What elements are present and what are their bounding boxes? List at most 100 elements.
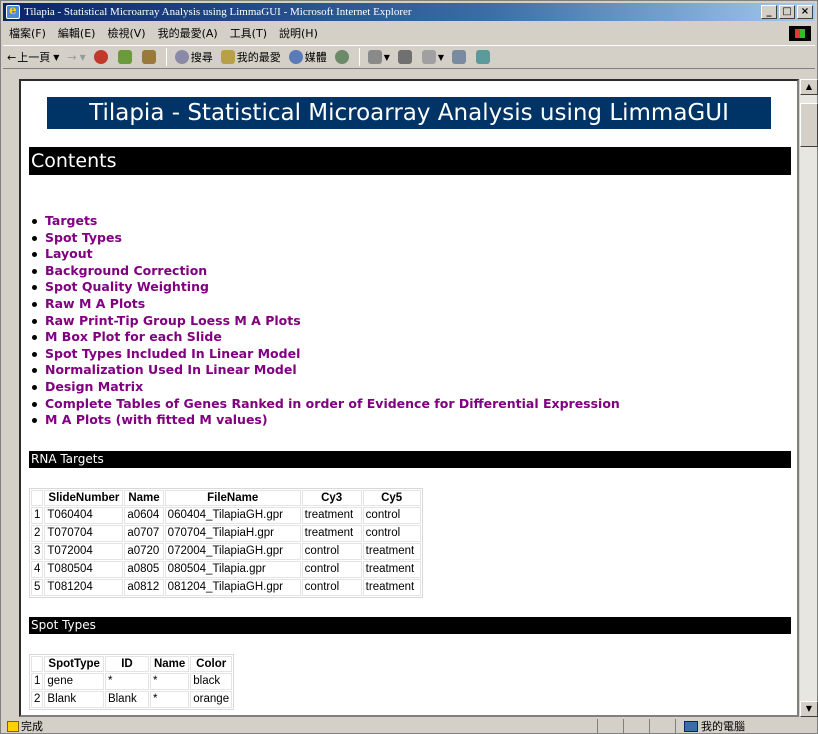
column-header: Cy3 bbox=[301, 489, 362, 506]
toolbar-divider bbox=[358, 48, 360, 66]
toc-link-targets[interactable]: Targets bbox=[29, 213, 791, 230]
table-cell: 080504_Tilapia.gpr bbox=[164, 560, 301, 578]
forward-button[interactable]: → ▼ bbox=[63, 51, 89, 64]
menu-bar: 檔案(F) 編輯(E) 檢視(V) 我的最愛(A) 工具(T) 說明(H) bbox=[3, 23, 815, 43]
edit-button[interactable]: ▼ bbox=[418, 50, 448, 64]
menu-view[interactable]: 檢視(V) bbox=[101, 25, 151, 41]
menu-help[interactable]: 說明(H) bbox=[273, 25, 324, 41]
table-cell: black bbox=[190, 672, 233, 690]
table-cell: a0812 bbox=[124, 578, 164, 596]
home-icon bbox=[141, 50, 156, 64]
close-button[interactable]: × bbox=[797, 5, 813, 19]
search-icon bbox=[174, 50, 189, 64]
back-label: 上一頁 bbox=[17, 51, 51, 64]
toc-link-loess-ma-plots[interactable]: Raw Print-Tip Group Loess M A Plots bbox=[29, 313, 791, 330]
page-viewport[interactable]: Tilapia - Statistical Microarray Analysi… bbox=[19, 79, 799, 717]
table-cell: gene bbox=[44, 672, 104, 690]
toolbar: ← 上一頁 ▼ → ▼ 搜尋 我的最愛 媒體 ▼ ▼ bbox=[3, 45, 815, 69]
table-cell: control bbox=[362, 506, 421, 524]
table-of-contents: Targets Spot Types Layout Background Cor… bbox=[29, 213, 791, 429]
media-icon bbox=[288, 50, 303, 64]
column-header: SpotType bbox=[44, 655, 104, 672]
table-cell: treatment bbox=[301, 506, 362, 524]
table-cell: 2 bbox=[31, 524, 44, 542]
maximize-button[interactable]: □ bbox=[779, 5, 795, 19]
table-row: 2 T070704 a0707 070704_TilapiaH.gpr trea… bbox=[31, 524, 421, 542]
discuss-button[interactable] bbox=[448, 50, 472, 64]
toc-link-spot-types-linear-model[interactable]: Spot Types Included In Linear Model bbox=[29, 346, 791, 363]
status-text: 完成 bbox=[21, 720, 43, 733]
vertical-scrollbar[interactable]: ▲ ▼ bbox=[799, 79, 818, 717]
table-cell: 3 bbox=[31, 542, 44, 560]
menu-file[interactable]: 檔案(F) bbox=[3, 25, 52, 41]
ie-app-icon[interactable] bbox=[6, 3, 20, 19]
status-left: 完成 bbox=[3, 718, 597, 734]
toc-link-design-matrix[interactable]: Design Matrix bbox=[29, 379, 791, 396]
refresh-button[interactable] bbox=[114, 50, 138, 64]
toc-link-m-box-plot[interactable]: M Box Plot for each Slide bbox=[29, 329, 791, 346]
table-row: 1 gene * * black bbox=[31, 672, 233, 690]
table-cell: 1 bbox=[31, 672, 44, 690]
stop-icon bbox=[93, 50, 108, 64]
history-button[interactable] bbox=[331, 50, 355, 64]
table-header-row: SpotType ID Name Color bbox=[31, 655, 233, 672]
media-button[interactable]: 媒體 bbox=[285, 49, 331, 65]
column-header: ID bbox=[104, 655, 149, 672]
toc-link-spot-quality-weighting[interactable]: Spot Quality Weighting bbox=[29, 279, 791, 296]
page-banner: Tilapia - Statistical Microarray Analysi… bbox=[47, 97, 771, 129]
title-bar[interactable]: Tilapia - Statistical Microarray Analysi… bbox=[3, 3, 815, 21]
table-cell: 060404_TilapiaGH.gpr bbox=[164, 506, 301, 524]
discuss-icon bbox=[452, 50, 467, 64]
scroll-down-button[interactable]: ▼ bbox=[800, 701, 818, 717]
table-cell: 081204_TilapiaGH.gpr bbox=[164, 578, 301, 596]
window-title: Tilapia - Statistical Microarray Analysi… bbox=[24, 6, 412, 18]
column-header: FileName bbox=[164, 489, 301, 506]
table-cell: T081204 bbox=[44, 578, 124, 596]
table-cell: treatment bbox=[362, 542, 421, 560]
edit-icon bbox=[421, 50, 436, 64]
print-button[interactable] bbox=[394, 50, 418, 64]
table-cell: treatment bbox=[362, 578, 421, 596]
table-cell: * bbox=[149, 690, 190, 708]
toc-link-complete-tables[interactable]: Complete Tables of Genes Ranked in order… bbox=[29, 396, 791, 413]
table-cell: T070704 bbox=[44, 524, 124, 542]
security-zone: 我的電腦 bbox=[675, 719, 815, 733]
table-cell: control bbox=[362, 524, 421, 542]
media-label: 媒體 bbox=[304, 51, 327, 64]
spot-types-table: SpotType ID Name Color 1 gene * * black bbox=[29, 653, 235, 710]
column-header: Cy5 bbox=[362, 489, 421, 506]
messenger-button[interactable] bbox=[472, 50, 496, 64]
dropdown-icon: ▼ bbox=[53, 52, 60, 62]
stop-button[interactable] bbox=[90, 50, 114, 64]
menu-tools[interactable]: 工具(T) bbox=[224, 25, 273, 41]
table-cell: T080504 bbox=[44, 560, 124, 578]
print-icon bbox=[397, 50, 412, 64]
column-header bbox=[31, 489, 44, 506]
toc-link-spot-types[interactable]: Spot Types bbox=[29, 230, 791, 247]
search-button[interactable]: 搜尋 bbox=[171, 49, 217, 65]
table-cell: T072004 bbox=[44, 542, 124, 560]
rna-targets-table: SlideNumber Name FileName Cy3 Cy5 1 T060… bbox=[29, 487, 423, 598]
table-cell: 2 bbox=[31, 690, 44, 708]
toc-link-layout[interactable]: Layout bbox=[29, 246, 791, 263]
toc-link-background-correction[interactable]: Background Correction bbox=[29, 263, 791, 280]
dropdown-icon: ▼ bbox=[383, 52, 390, 62]
mail-button[interactable]: ▼ bbox=[364, 50, 394, 64]
menu-edit[interactable]: 編輯(E) bbox=[52, 25, 102, 41]
scroll-up-button[interactable]: ▲ bbox=[800, 79, 818, 95]
toc-link-normalization[interactable]: Normalization Used In Linear Model bbox=[29, 362, 791, 379]
page-content: Tilapia - Statistical Microarray Analysi… bbox=[29, 97, 791, 710]
minimize-button[interactable]: _ bbox=[761, 5, 777, 19]
favorites-button[interactable]: 我的最愛 bbox=[217, 49, 285, 65]
scroll-thumb[interactable] bbox=[800, 103, 818, 147]
windows-logo-icon bbox=[789, 26, 811, 41]
toc-link-ma-plots-fitted[interactable]: M A Plots (with fitted M values) bbox=[29, 412, 791, 429]
column-header: Color bbox=[190, 655, 233, 672]
table-cell: treatment bbox=[362, 560, 421, 578]
back-button[interactable]: ← 上一頁 ▼ bbox=[3, 49, 63, 65]
menu-favorites[interactable]: 我的最愛(A) bbox=[152, 25, 224, 41]
column-header: SlideNumber bbox=[44, 489, 124, 506]
table-cell: control bbox=[301, 560, 362, 578]
toc-link-raw-ma-plots[interactable]: Raw M A Plots bbox=[29, 296, 791, 313]
home-button[interactable] bbox=[138, 50, 162, 64]
